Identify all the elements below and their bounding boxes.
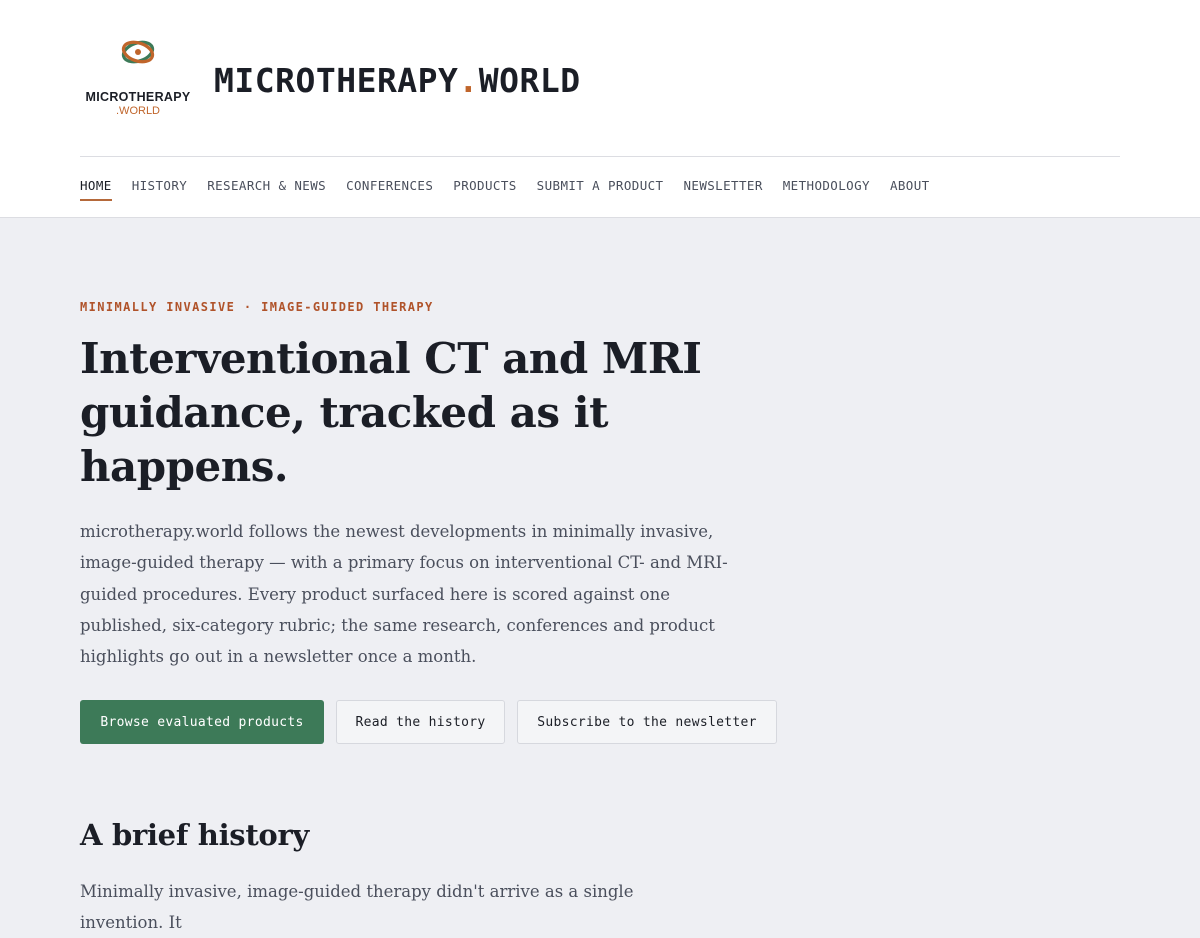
nav-item-methodology[interactable]: METHODOLOGY bbox=[783, 178, 870, 201]
wordmark-main: MICROTHERAPY bbox=[214, 60, 459, 100]
logo-tld: .WORLD bbox=[116, 105, 160, 117]
cta-row: Browse evaluated products Read the histo… bbox=[80, 700, 800, 745]
nav-item-products[interactable]: PRODUCTS bbox=[453, 178, 516, 201]
subscribe-newsletter-button[interactable]: Subscribe to the newsletter bbox=[517, 700, 777, 745]
nav-item-about[interactable]: ABOUT bbox=[890, 178, 930, 201]
logo-name: MICROTHERAPY bbox=[85, 90, 191, 104]
wordmark-tld: WORLD bbox=[478, 60, 581, 100]
nav-item-submit-product[interactable]: SUBMIT A PRODUCT bbox=[537, 178, 664, 201]
wordmark-dot: . bbox=[458, 60, 479, 100]
hero-description: microtherapy.world follows the newest de… bbox=[80, 522, 728, 667]
orbit-logo-icon bbox=[121, 40, 155, 64]
nav-item-home[interactable]: HOME bbox=[80, 178, 112, 201]
brand-row: MICROTHERAPY .WORLD MICROTHERAPY. WORLD bbox=[80, 30, 1120, 130]
main-nav: HOME HISTORY RESEARCH & NEWS CONFERENCES… bbox=[80, 178, 950, 201]
nav-item-conferences[interactable]: CONFERENCES bbox=[346, 178, 433, 201]
history-text: Minimally invasive, image-guided therapy… bbox=[80, 882, 634, 932]
hero-title: Interventional CT and MRI guidance, trac… bbox=[80, 334, 702, 491]
header-divider bbox=[80, 156, 1120, 157]
site-wordmark[interactable]: MICROTHERAPY. WORLD bbox=[214, 61, 581, 100]
read-history-button[interactable]: Read the history bbox=[336, 700, 505, 745]
site-header: MICROTHERAPY .WORLD MICROTHERAPY. WORLD H… bbox=[0, 0, 1200, 218]
nav-item-newsletter[interactable]: NEWSLETTER bbox=[683, 178, 762, 201]
hero-eyebrow: MINIMALLY INVASIVE · IMAGE-GUIDED THERAP… bbox=[80, 300, 434, 314]
hero-section: MINIMALLY INVASIVE · IMAGE-GUIDED THERAP… bbox=[80, 300, 800, 745]
site-logo[interactable]: MICROTHERAPY .WORLD bbox=[80, 30, 196, 130]
history-section: A brief history Minimally invasive, imag… bbox=[80, 818, 800, 938]
history-title: A brief history bbox=[80, 818, 309, 852]
nav-item-research-news[interactable]: RESEARCH & NEWS bbox=[207, 178, 326, 201]
browse-products-button[interactable]: Browse evaluated products bbox=[80, 700, 324, 745]
nav-item-history[interactable]: HISTORY bbox=[132, 178, 187, 201]
